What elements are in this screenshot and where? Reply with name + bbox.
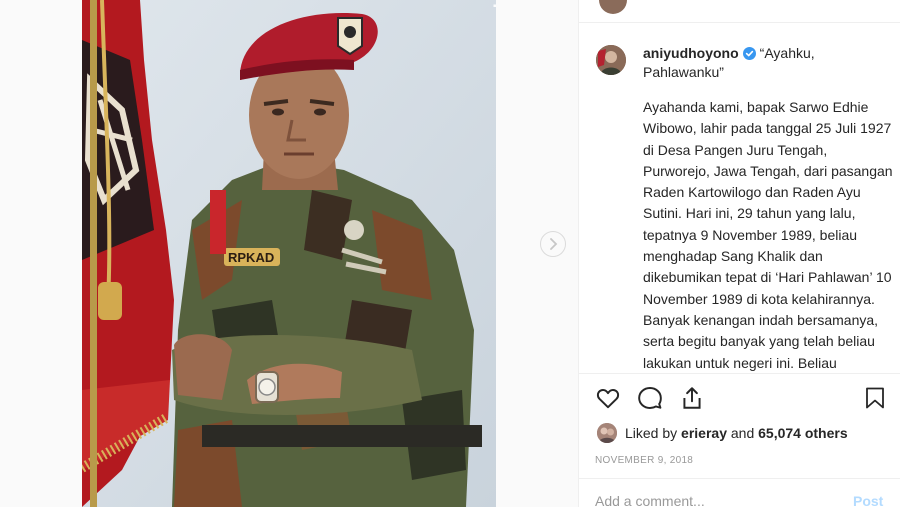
likes-joiner: and [730,425,755,441]
action-bar [595,385,885,413]
share-button[interactable] [679,385,705,411]
comment-button[interactable] [637,385,663,411]
post-panel: aniyudhoyono “Ayahku, Pahlawanku” Ayahand… [578,0,900,507]
next-photo-button[interactable] [540,231,566,257]
caption-body-text: Ayahanda kami, bapak Sarwo Edhie Wibowo,… [643,99,893,371]
likes-summary: Liked by erieray and 65,074 others [597,423,848,443]
post-comment-button[interactable]: Post [853,493,883,507]
author-username[interactable]: aniyudhoyono [643,45,739,61]
comment-icon [638,387,662,409]
likes-count-link[interactable]: 65,074 others [758,425,848,441]
heart-icon [596,389,620,409]
avatar-photo-icon [597,423,617,443]
avatar-photo-icon [596,45,626,75]
author-avatar[interactable] [596,45,626,75]
caption-header: aniyudhoyono “Ayahku, Pahlawanku” [643,44,893,82]
comment-input[interactable] [595,493,825,507]
like-button[interactable] [595,385,621,411]
chevron-right-icon [550,238,558,250]
post-photo[interactable]: RPKAD 1965 [82,0,496,507]
caption-section: aniyudhoyono “Ayahku, Pahlawanku” Ayahand… [579,23,900,373]
photo-viewer: RPKAD 1965 [0,0,578,507]
save-button[interactable] [863,385,889,411]
liker-avatar[interactable] [597,423,617,443]
likes-prefix: Liked by [625,425,678,441]
svg-text:RPKAD: RPKAD [228,250,274,265]
divider [579,373,900,374]
portrait-illustration: RPKAD [82,0,496,507]
share-icon [683,387,701,409]
photo-year-text: 1965 [492,0,496,14]
header-avatar[interactable] [599,0,627,14]
post-date[interactable]: NOVEMBER 9, 2018 [595,455,693,466]
verified-badge-icon [742,47,756,60]
bookmark-icon [866,387,884,409]
liker-username[interactable]: erieray [681,425,727,441]
post-header [579,0,900,23]
comment-box: Post [579,478,900,507]
